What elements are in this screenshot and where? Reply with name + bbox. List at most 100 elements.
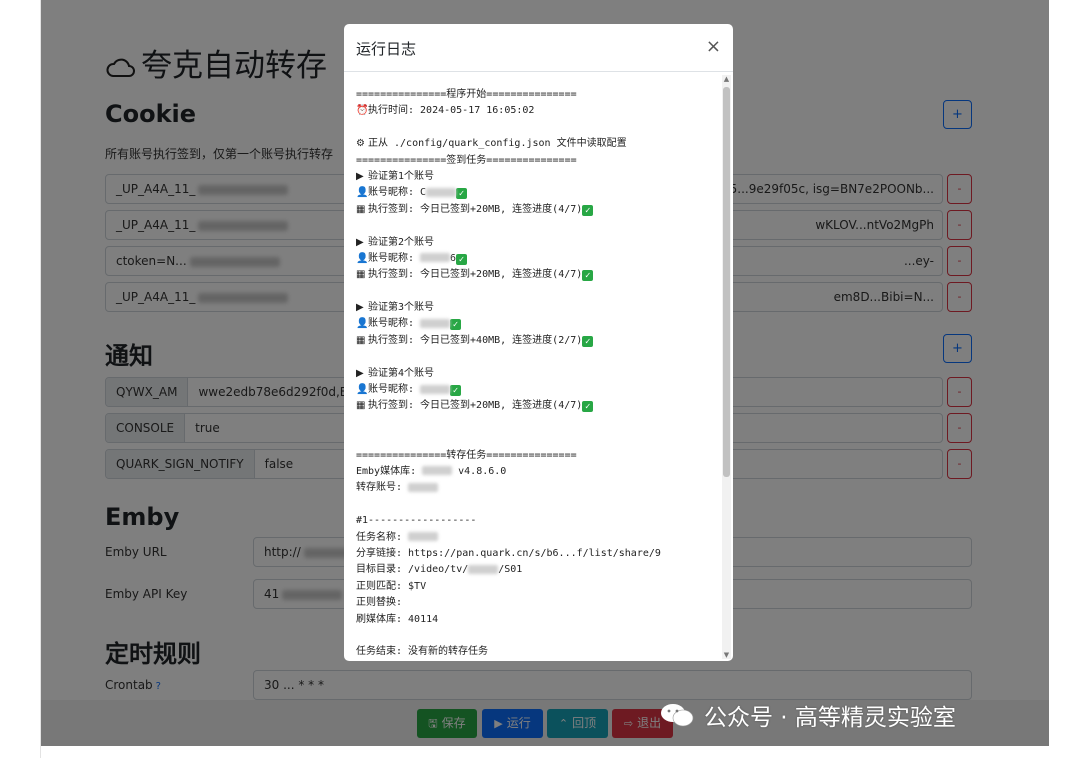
log-line-icon: ⚙ xyxy=(356,138,365,150)
log-line-text: 目标目录: /video/tv/ xyxy=(356,564,469,576)
log-line: 任务结束: 没有新的转存任务 xyxy=(356,644,716,657)
log-line-text: Emby媒体库: xyxy=(356,465,423,477)
watermark: 公众号 · 高等精灵实验室 xyxy=(660,698,956,732)
log-line: ▦ 执行签到: 今日已签到+20MB, 连签进度(4/7) ✓ xyxy=(356,267,716,283)
log-line: ▦ 执行签到: 今日已签到+20MB, 连签进度(4/7) ✓ xyxy=(356,202,716,218)
log-line: 目标目录: /video/tv/ /S01 xyxy=(356,562,716,578)
check-icon: ✓ xyxy=(456,188,468,200)
log-line-text: 验证第1个账号 xyxy=(368,170,435,182)
redaction-mask xyxy=(426,187,457,197)
modal-body: ===============程序开始=============== ⏰执行时间:… xyxy=(344,73,733,661)
log-line-text: 验证第4个账号 xyxy=(368,367,435,379)
log-line: 👤账号昵称: ✓ xyxy=(356,316,716,332)
redaction-mask xyxy=(420,318,451,328)
log-line-icon: ⏰ xyxy=(356,105,369,117)
check-icon: ✓ xyxy=(582,270,594,282)
check-icon: ✓ xyxy=(450,319,462,331)
redaction-mask xyxy=(408,482,439,492)
log-line-text: 正则匹配: $TV xyxy=(356,580,427,592)
log-line: #1------------------ xyxy=(356,513,716,529)
log-line: ▦ 执行签到: 今日已签到+40MB, 连签进度(2/7) ✓ xyxy=(356,333,716,349)
log-scrollbar[interactable]: ▲ ▼ xyxy=(722,75,731,659)
log-line-text: 转存账号: xyxy=(356,482,409,494)
left-margin xyxy=(0,0,41,758)
scroll-thumb[interactable] xyxy=(723,87,730,477)
log-line-icon: 👤 xyxy=(356,252,369,264)
log-line: 👤账号昵称: 6 ✓ xyxy=(356,251,716,267)
log-line: 👤账号昵称: C ✓ xyxy=(356,185,716,201)
log-line-text: 分享链接: https://pan.quark.cn/s/b6...f/list… xyxy=(356,547,661,559)
log-line: ===============签到任务=============== xyxy=(356,153,716,169)
log-line-text: 验证第2个账号 xyxy=(368,236,435,248)
watermark-text: 公众号 · 高等精灵实验室 xyxy=(704,705,956,731)
log-line-text: ===============签到任务=============== xyxy=(356,154,577,166)
log-line: ===============转存任务=============== xyxy=(356,448,716,464)
log-line-text: 执行签到: 今日已签到+20MB, 连签进度(4/7) xyxy=(368,203,583,215)
check-icon: ✓ xyxy=(456,253,468,265)
log-line-text: 账号昵称: xyxy=(368,252,421,264)
log-line: ===============程序开始=============== xyxy=(356,87,716,103)
log-line-icon: ▦ xyxy=(356,334,366,346)
log-line-tail: v4.8.6.0 xyxy=(452,465,507,477)
log-line-icon: ▦ xyxy=(356,203,366,215)
log-line: 任务名称: xyxy=(356,530,716,546)
log-line: 转存账号: xyxy=(356,480,716,496)
log-line-text: ===============程序开始=============== xyxy=(356,89,577,100)
redaction-mask xyxy=(468,564,499,574)
run-log-modal: 运行日志 × ===============程序开始==============… xyxy=(344,24,733,661)
modal-header: 运行日志 × xyxy=(344,24,733,72)
log-line-text: 任务名称: xyxy=(356,531,409,543)
log-line: ▶ 验证第4个账号 xyxy=(356,366,716,382)
wechat-icon xyxy=(661,704,694,727)
log-line-text: 正则替换: xyxy=(356,597,409,609)
modal-title: 运行日志 xyxy=(356,40,417,58)
log-line-icon: ▦ xyxy=(356,400,366,412)
log-line-icon: ▶ xyxy=(356,367,364,379)
log-line-icon: 👤 xyxy=(356,384,369,396)
log-line-text: 账号昵称: xyxy=(368,384,421,396)
log-line-text: 验证第3个账号 xyxy=(368,302,435,314)
log-line-text: #1------------------ xyxy=(356,515,477,527)
log-line: 刷媒体库: 40114 xyxy=(356,612,716,628)
log-line-text: ===============转存任务=============== xyxy=(356,449,577,461)
log-line: ⚙ 正从 ./config/quark_config.json 文件中读取配置 xyxy=(356,136,716,152)
log-line-text: 执行签到: 今日已签到+20MB, 连签进度(4/7) xyxy=(368,400,583,412)
log-line: 正则替换: xyxy=(356,595,716,611)
log-line-text: 刷媒体库: 40114 xyxy=(356,613,439,625)
log-line: ⏰执行时间: 2024-05-17 16:05:02 xyxy=(356,103,716,119)
log-line-tail: /S01 xyxy=(498,564,523,576)
log-line-icon: ▦ xyxy=(356,269,366,281)
log-line-icon: 👤 xyxy=(356,318,369,330)
check-icon: ✓ xyxy=(582,204,594,216)
check-icon: ✓ xyxy=(582,335,594,347)
close-icon[interactable]: × xyxy=(706,36,721,57)
log-line-text: 执行时间: 2024-05-17 16:05:02 xyxy=(368,105,535,117)
redaction-mask xyxy=(422,466,453,476)
redaction-mask xyxy=(420,253,451,263)
log-output: ===============程序开始=============== ⏰执行时间:… xyxy=(356,87,716,657)
log-line-icon: ▶ xyxy=(356,236,364,248)
log-line: ▶ 验证第1个账号 xyxy=(356,169,716,185)
check-icon: ✓ xyxy=(582,401,594,413)
log-line: ▶ 验证第2个账号 xyxy=(356,235,716,251)
log-line-icon: ▶ xyxy=(356,170,364,182)
log-line-text: 账号昵称: xyxy=(368,318,421,330)
redaction-mask xyxy=(408,532,439,542)
log-line: 正则匹配: $TV xyxy=(356,579,716,595)
scroll-down-arrow[interactable]: ▼ xyxy=(722,651,731,659)
log-line: Emby媒体库: v4.8.6.0 xyxy=(356,464,716,480)
log-line-text: 账号昵称: C xyxy=(368,187,427,199)
log-line: 👤账号昵称: ✓ xyxy=(356,382,716,398)
scroll-up-arrow[interactable]: ▲ xyxy=(722,75,731,83)
log-line: ▦ 执行签到: 今日已签到+20MB, 连签进度(4/7) ✓ xyxy=(356,398,716,414)
log-line-icon: 👤 xyxy=(356,187,369,199)
log-line: ▶ 验证第3个账号 xyxy=(356,300,716,316)
